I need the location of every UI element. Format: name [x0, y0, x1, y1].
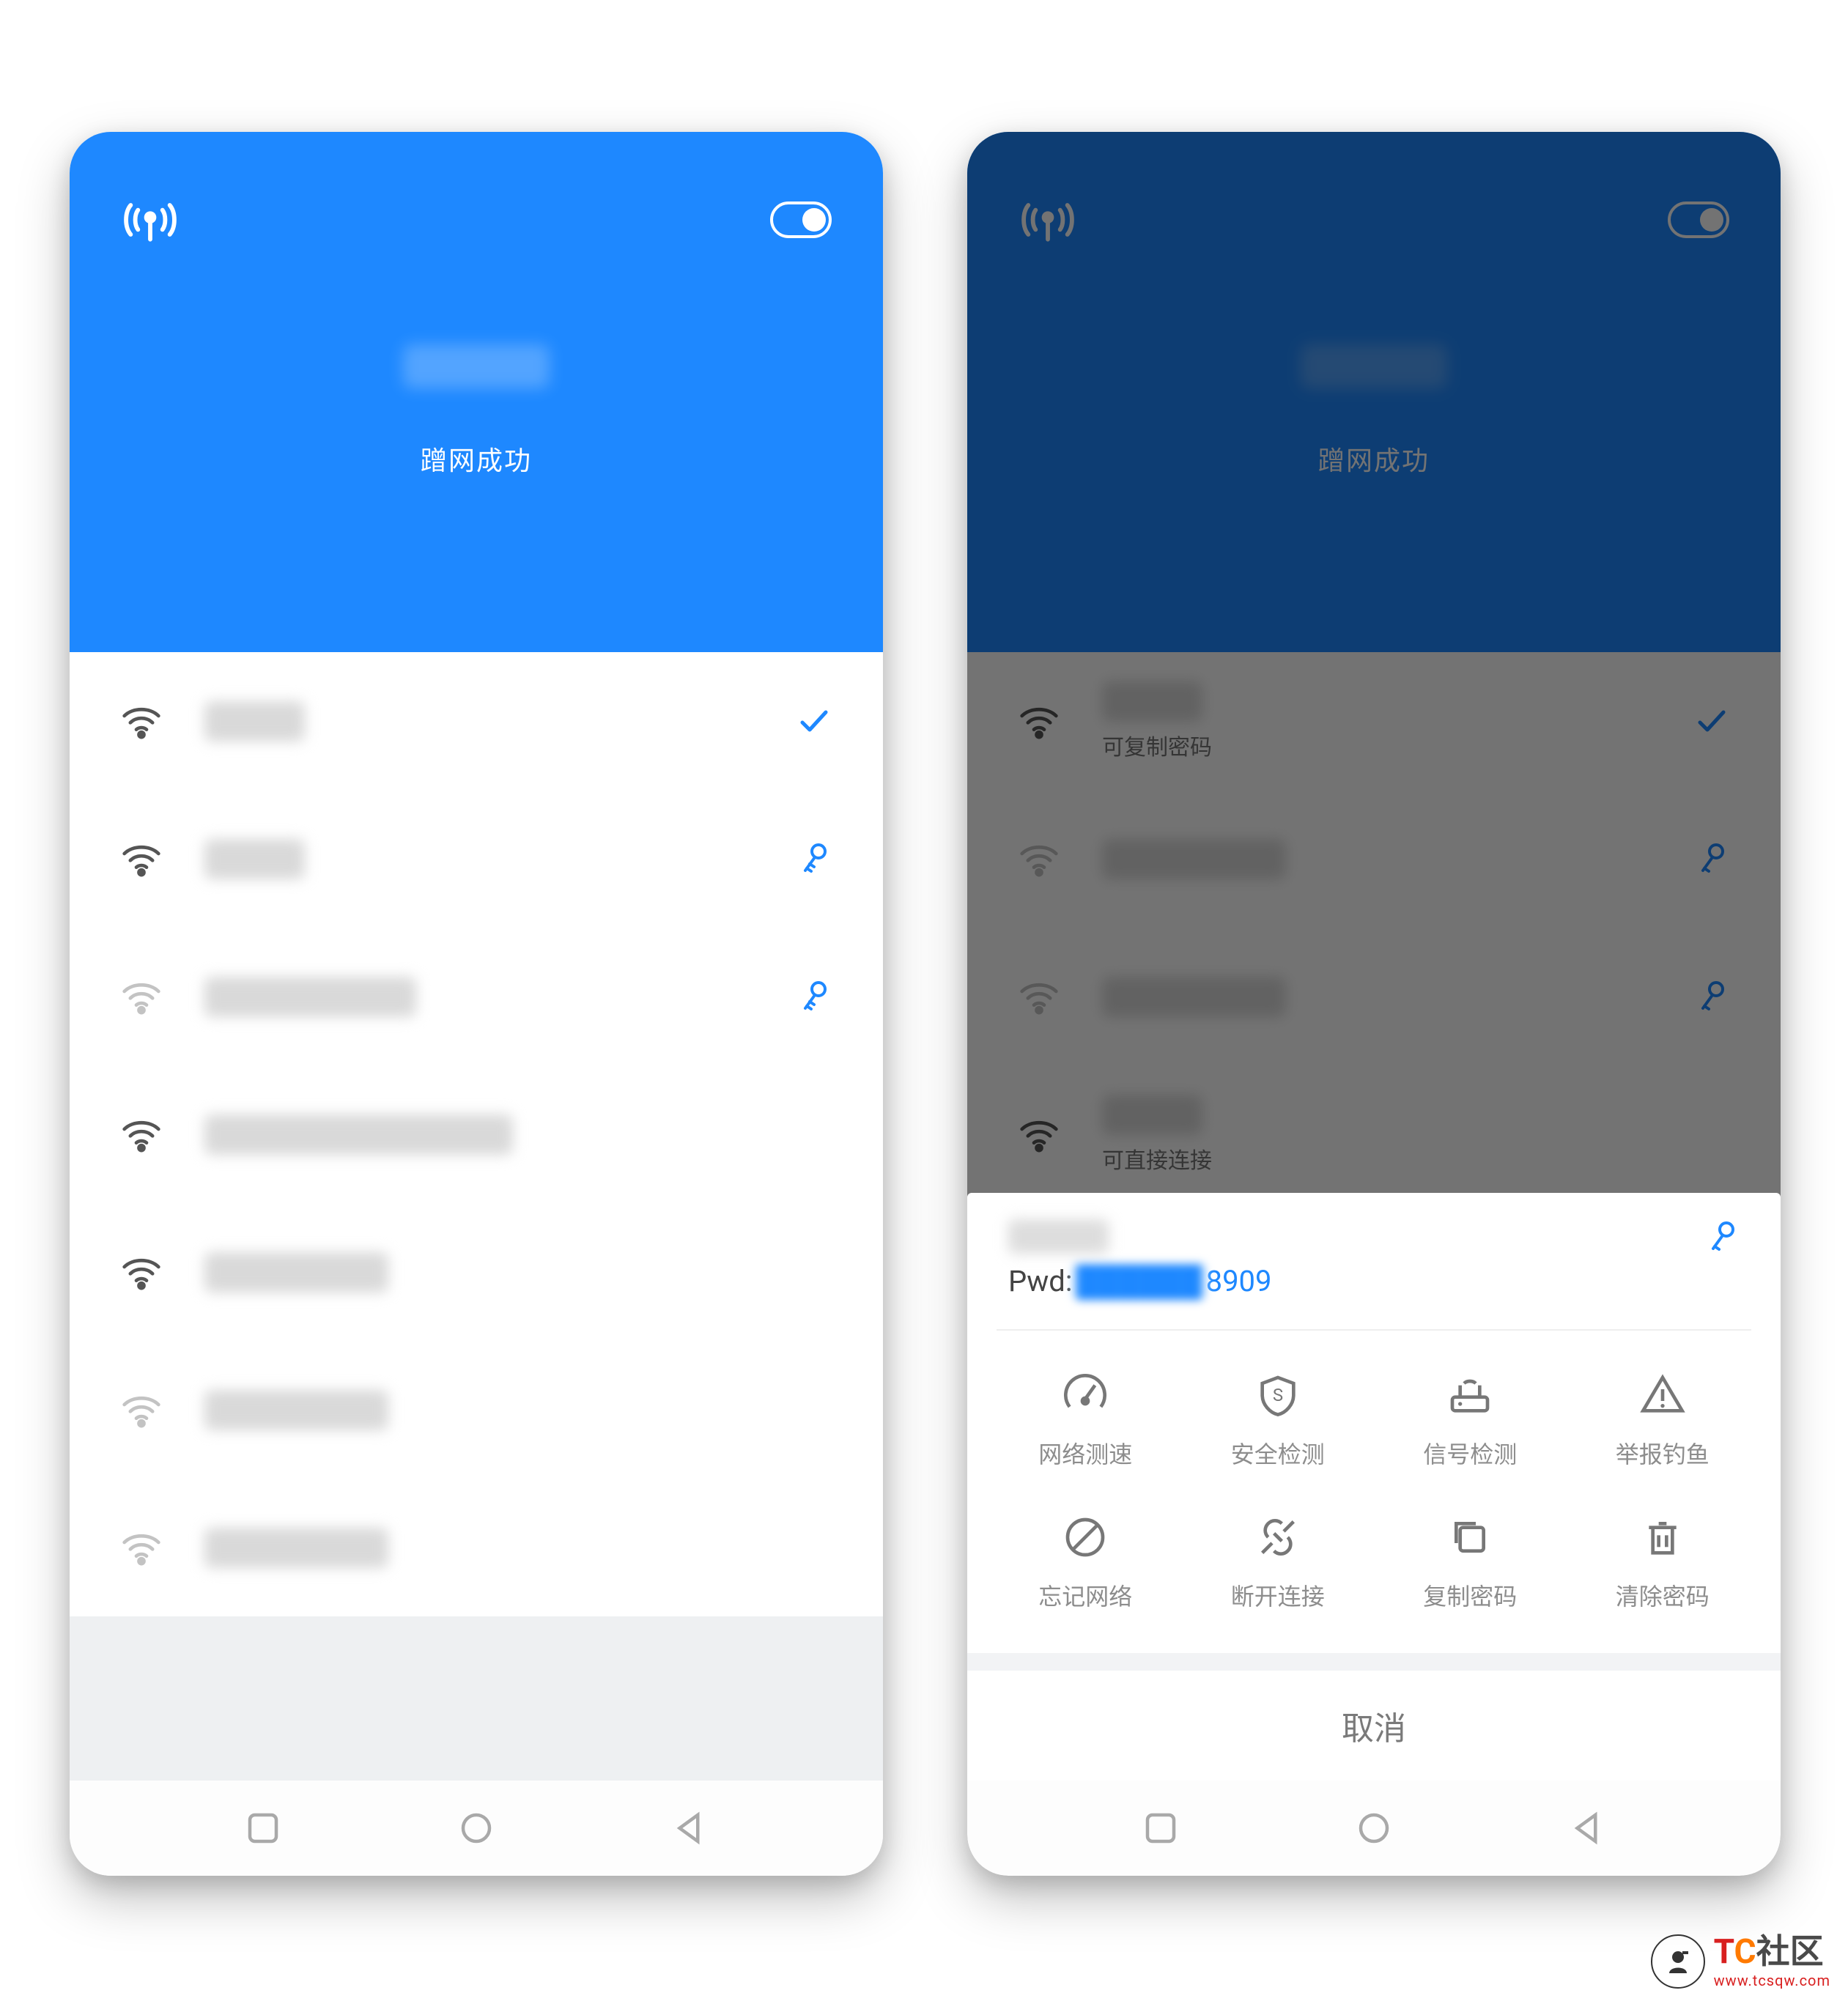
back-button[interactable]	[670, 1808, 709, 1848]
network-item[interactable]: ██████████████	[70, 1065, 883, 1203]
action-label: 清除密码	[1616, 1578, 1710, 1612]
broadcast-icon	[121, 191, 180, 249]
connection-status: 蹭网成功	[121, 440, 832, 478]
android-nav-bar	[967, 1781, 1781, 1876]
pwd-hidden-part: ██████	[1073, 1264, 1206, 1298]
pwd-label: Pwd:	[1008, 1264, 1073, 1298]
action-label: 信号检测	[1423, 1436, 1517, 1470]
home-button[interactable]	[457, 1808, 496, 1848]
router-icon	[1446, 1372, 1493, 1419]
action-label: 举报钓鱼	[1616, 1436, 1710, 1470]
watermark-icon	[1651, 1934, 1705, 1989]
pwd-visible-part: 8909	[1206, 1264, 1272, 1298]
warning-icon	[1639, 1372, 1686, 1419]
action-label: 网络测速	[1038, 1436, 1132, 1470]
wifi-icon	[121, 976, 162, 1017]
network-name: ████████	[204, 1528, 388, 1568]
wifi-toggle[interactable]	[770, 201, 832, 238]
wifi-icon	[121, 700, 162, 742]
action-label: 断开连接	[1231, 1578, 1325, 1612]
action-label: 复制密码	[1423, 1578, 1517, 1612]
wifi-icon	[121, 838, 162, 879]
cancel-button[interactable]: 取消	[967, 1671, 1781, 1781]
network-name: ████████	[204, 1252, 388, 1293]
watermark-letter: T	[1714, 1932, 1734, 1972]
action-disconnect[interactable]: 断开连接	[1182, 1514, 1375, 1612]
app-header: ████ 蹭网成功	[70, 132, 883, 652]
network-name: ████████	[204, 1390, 388, 1430]
watermark-url: www.tcsqw.com	[1714, 1973, 1830, 1988]
network-item[interactable]: ████████	[70, 1341, 883, 1479]
shield-icon: S	[1254, 1372, 1301, 1419]
network-item[interactable]: ████	[70, 652, 883, 790]
key-icon	[1704, 1219, 1740, 1254]
network-name: ██████████████	[204, 1114, 513, 1155]
action-label: 安全检测	[1231, 1436, 1325, 1470]
action-grid: 网络测速 S 安全检测 信号检测 举报钓鱼 忘记网络 断开连接	[967, 1331, 1781, 1653]
action-clear-password[interactable]: 清除密码	[1567, 1514, 1759, 1612]
screenshot-left: ████ 蹭网成功 ████ ████ ██████ ███ █████████…	[70, 132, 883, 1876]
screenshot-right: ████ 蹭网成功 ████ 可复制密码 ████████ ████████ █…	[967, 132, 1781, 1876]
network-item[interactable]: ████████	[70, 1203, 883, 1341]
android-nav-bar	[70, 1781, 883, 1876]
network-name: ██████ ███	[204, 977, 416, 1017]
connected-ssid: ████	[403, 344, 550, 388]
watermark: TC社区 www.tcsqw.com	[1651, 1934, 1830, 1989]
action-forget-network[interactable]: 忘记网络	[989, 1514, 1182, 1612]
speedometer-icon	[1062, 1372, 1109, 1419]
trash-icon	[1639, 1514, 1686, 1561]
wifi-icon	[121, 1527, 162, 1568]
key-icon	[797, 841, 832, 876]
recent-apps-button[interactable]	[243, 1808, 283, 1848]
watermark-suffix: 社区	[1756, 1932, 1824, 1972]
back-button[interactable]	[1567, 1808, 1607, 1848]
key-icon	[797, 979, 832, 1014]
network-name: ████	[204, 839, 305, 879]
unlink-icon	[1254, 1514, 1301, 1561]
home-button[interactable]	[1354, 1808, 1394, 1848]
network-item[interactable]: ████████	[70, 1479, 883, 1616]
sheet-ssid: ████	[1008, 1219, 1109, 1254]
copy-icon	[1446, 1514, 1493, 1561]
recent-apps-button[interactable]	[1141, 1808, 1180, 1848]
divider	[967, 1653, 1781, 1671]
wifi-icon	[121, 1389, 162, 1430]
action-speed-test[interactable]: 网络测速	[989, 1372, 1182, 1470]
check-icon	[797, 703, 832, 739]
action-label: 忘记网络	[1038, 1578, 1132, 1612]
action-report-phishing[interactable]: 举报钓鱼	[1567, 1372, 1759, 1470]
watermark-letter: C	[1734, 1932, 1756, 1972]
network-item[interactable]: ██████ ███	[70, 928, 883, 1065]
network-name: ████	[204, 701, 305, 742]
network-item[interactable]: ████	[70, 790, 883, 928]
wifi-icon	[121, 1114, 162, 1155]
action-copy-password[interactable]: 复制密码	[1374, 1514, 1567, 1612]
network-detail-sheet: ████ Pwd:██████8909 网络测速 S 安全检测 信号检测	[967, 1193, 1781, 1781]
wifi-icon	[121, 1251, 162, 1293]
network-list: ████ ████ ██████ ███ ██████████████ ████…	[70, 652, 883, 1616]
action-security-check[interactable]: S 安全检测	[1182, 1372, 1375, 1470]
forbid-icon	[1062, 1514, 1109, 1561]
action-signal-check[interactable]: 信号检测	[1374, 1372, 1567, 1470]
svg-text:S: S	[1273, 1385, 1283, 1405]
